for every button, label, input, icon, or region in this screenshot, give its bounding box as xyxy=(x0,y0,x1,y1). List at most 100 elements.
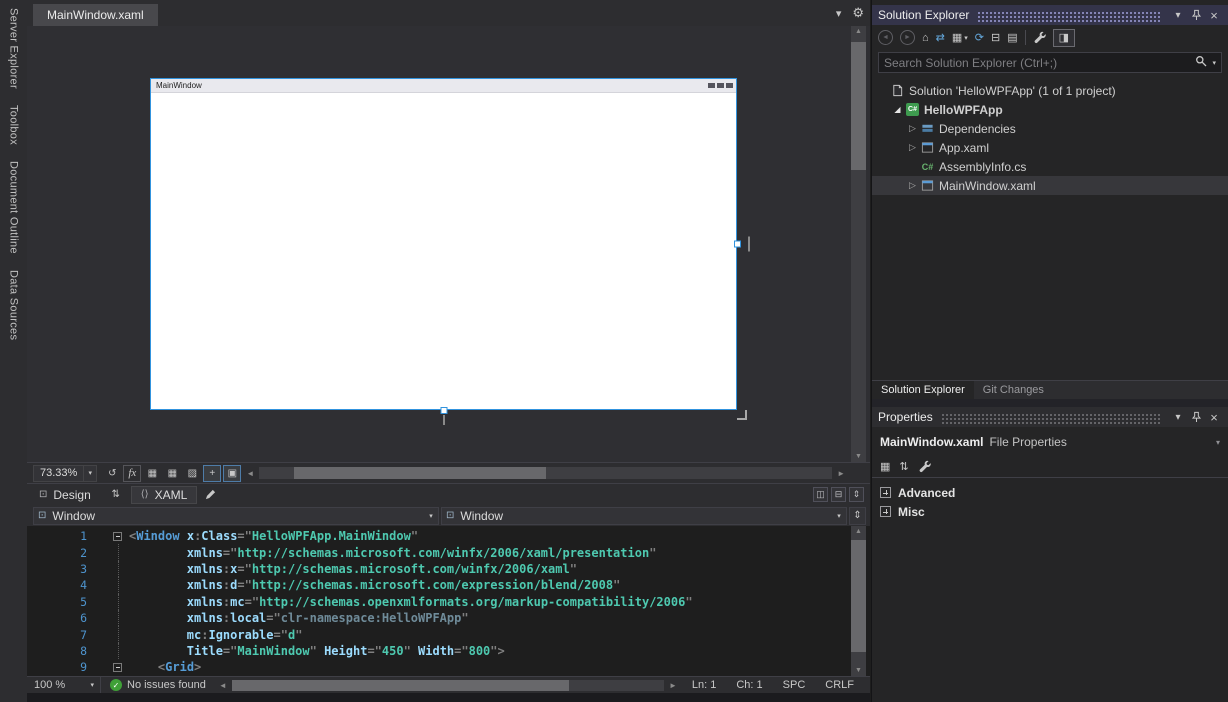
search-box[interactable]: ▾ xyxy=(878,52,1222,73)
column-indicator[interactable]: Ch: 1 xyxy=(736,679,762,691)
fold-toggle-icon[interactable] xyxy=(113,528,129,544)
collapse-all-button[interactable]: ⊟ xyxy=(991,30,1000,46)
expand-plus-icon[interactable] xyxy=(880,506,891,517)
expand-arrow-icon[interactable]: ▷ xyxy=(906,180,919,191)
expand-arrow-icon[interactable]: ▷ xyxy=(906,142,919,153)
breadcrumb-left-combo[interactable]: ⊡ Window ▾ xyxy=(33,507,439,525)
preview-selected-items-button[interactable]: ◨ xyxy=(1053,29,1075,47)
split-vertical-button[interactable]: ◫ xyxy=(813,487,828,502)
swap-panes-button[interactable]: ⇅ xyxy=(107,487,125,503)
header-grip-dots[interactable] xyxy=(941,413,1160,424)
breadcrumb-swap-button[interactable]: ⇕ xyxy=(849,507,866,525)
switch-views-button[interactable]: ▦ xyxy=(952,30,962,46)
tree-item-assemblyinfo-cs[interactable]: C#AssemblyInfo.cs xyxy=(872,157,1228,176)
property-pages-button[interactable] xyxy=(918,458,931,474)
editor-hscroll-thumb[interactable] xyxy=(232,680,569,691)
design-preview-window[interactable]: MainWindow xyxy=(150,78,737,410)
tree-item-app-xaml[interactable]: ▷App.xaml xyxy=(872,138,1228,157)
designer-zoom-combo[interactable]: 73.33% ▾ xyxy=(33,465,97,482)
window-position-chevron-icon[interactable]: ▾ xyxy=(1170,409,1186,425)
line-ending-indicator[interactable]: CRLF xyxy=(825,679,854,691)
zoom-chevron-icon[interactable]: ▾ xyxy=(90,681,100,689)
snap-to-grid-button[interactable]: ▦ xyxy=(163,465,181,482)
editor-horizontal-scrollbar[interactable] xyxy=(232,680,664,691)
back-button[interactable]: ◄ xyxy=(878,30,893,45)
scroll-down-icon[interactable]: ▼ xyxy=(855,453,862,460)
editor-vscroll-thumb[interactable] xyxy=(851,540,866,652)
zoom-to-fit-button[interactable]: ↺ xyxy=(103,465,121,482)
categorized-button[interactable]: ▦ xyxy=(880,458,890,474)
snap-to-snaplines-button[interactable]: + xyxy=(203,465,221,482)
designer-vertical-scrollbar[interactable]: ▲ ▼ xyxy=(851,26,866,462)
expand-plus-icon[interactable] xyxy=(880,487,891,498)
design-view-tab[interactable]: ⊡ Design xyxy=(33,484,101,505)
show-grid-button[interactable]: ▦ xyxy=(143,465,161,482)
alphabetical-button[interactable]: ⇅ xyxy=(899,458,908,474)
code-area[interactable]: 1<Window x:Class="HelloWPFApp.MainWindow… xyxy=(27,528,870,676)
header-grip-dots[interactable] xyxy=(977,11,1160,22)
disable-project-code-button[interactable]: ▣ xyxy=(223,465,241,482)
property-group-advanced[interactable]: Advanced xyxy=(872,483,1228,502)
close-icon[interactable]: × xyxy=(1206,7,1222,23)
combo-chevron-icon[interactable]: ▾ xyxy=(832,512,846,520)
tree-item-dependencies[interactable]: ▷Dependencies xyxy=(872,119,1228,138)
switch-views-dropdown-button[interactable]: ▾ xyxy=(964,30,968,46)
selection-chevron-icon[interactable]: ▾ xyxy=(1216,438,1220,447)
editor-options-gear-icon[interactable]: ⚙ xyxy=(852,5,864,21)
resize-handle-bottom[interactable] xyxy=(440,407,447,414)
resize-handle-right[interactable] xyxy=(734,241,741,248)
refresh-button[interactable]: ⟳ xyxy=(975,30,984,46)
pin-icon[interactable] xyxy=(1188,409,1204,425)
spaces-indicator[interactable]: SPC xyxy=(783,679,806,691)
home-button[interactable]: ⌂ xyxy=(922,30,929,46)
gridlines-button[interactable]: ▨ xyxy=(183,465,201,482)
zoom-chevron-icon[interactable]: ▾ xyxy=(83,466,96,481)
scroll-up-icon[interactable]: ▲ xyxy=(855,28,862,35)
tab-git-changes[interactable]: Git Changes xyxy=(974,381,1053,399)
effects-fx-button[interactable]: fx xyxy=(123,465,141,482)
scroll-down-icon[interactable]: ▼ xyxy=(855,667,862,674)
collapse-arrow-icon[interactable]: ◢ xyxy=(891,105,904,114)
rail-tab-server-explorer[interactable]: Server Explorer xyxy=(8,8,20,89)
editor-zoom-combo[interactable]: 100 % ▾ xyxy=(27,677,101,693)
xaml-view-tab[interactable]: ⟨⟩ XAML xyxy=(131,486,198,504)
properties-button[interactable] xyxy=(1033,30,1046,46)
solution-explorer-header[interactable]: Solution Explorer ▾ × xyxy=(872,5,1228,25)
hscroll-left-icon[interactable]: ◄ xyxy=(216,681,230,690)
hscroll-right-icon[interactable]: ► xyxy=(666,681,680,690)
scroll-up-icon[interactable]: ▲ xyxy=(855,528,862,535)
split-horizontal-button[interactable]: ⊟ xyxy=(831,487,846,502)
rail-tab-data-sources[interactable]: Data Sources xyxy=(8,270,20,340)
sync-with-active-document-button[interactable]: ⇄ xyxy=(936,30,945,46)
rail-tab-document-outline[interactable]: Document Outline xyxy=(8,161,20,254)
tree-item-solution[interactable]: Solution 'HelloWPFApp' (1 of 1 project) xyxy=(872,81,1228,100)
collapse-pane-button[interactable]: ⇕ xyxy=(849,487,864,502)
expand-arrow-icon[interactable]: ▷ xyxy=(906,123,919,134)
document-tab-mainwindow-xaml[interactable]: MainWindow.xaml xyxy=(33,4,158,26)
issues-status-text[interactable]: No issues found xyxy=(127,679,206,691)
pin-icon[interactable] xyxy=(1188,7,1204,23)
breadcrumb-right-combo[interactable]: ⊡ Window ▾ xyxy=(441,507,847,525)
properties-selection-row[interactable]: MainWindow.xaml File Properties ▾ xyxy=(872,431,1228,453)
fold-toggle-icon[interactable] xyxy=(113,659,129,675)
hscroll-left-icon[interactable]: ◄ xyxy=(243,469,257,478)
properties-header[interactable]: Properties ▾ × xyxy=(872,407,1228,427)
line-indicator[interactable]: Ln: 1 xyxy=(692,679,716,691)
combo-chevron-icon[interactable]: ▾ xyxy=(424,512,438,520)
search-icon[interactable] xyxy=(1195,54,1207,72)
window-position-chevron-icon[interactable]: ▾ xyxy=(1170,7,1186,23)
property-group-misc[interactable]: Misc xyxy=(872,502,1228,521)
show-all-files-button[interactable]: ▤ xyxy=(1007,30,1017,46)
resize-corner-brace[interactable] xyxy=(737,410,747,420)
forward-button[interactable]: ► xyxy=(900,30,915,45)
editor-vertical-scrollbar[interactable]: ▲ ▼ xyxy=(851,526,866,676)
rail-tab-toolbox[interactable]: Toolbox xyxy=(8,105,20,145)
designer-hscroll-thumb[interactable] xyxy=(294,467,546,479)
search-options-chevron-icon[interactable]: ▾ xyxy=(1212,59,1216,67)
designer-horizontal-scrollbar[interactable] xyxy=(259,467,832,479)
search-input[interactable] xyxy=(884,56,1195,70)
designer-vscroll-thumb[interactable] xyxy=(851,42,866,170)
close-icon[interactable]: × xyxy=(1206,409,1222,425)
xaml-editor[interactable]: 1<Window x:Class="HelloWPFApp.MainWindow… xyxy=(27,526,870,676)
tab-solution-explorer[interactable]: Solution Explorer xyxy=(872,381,974,399)
